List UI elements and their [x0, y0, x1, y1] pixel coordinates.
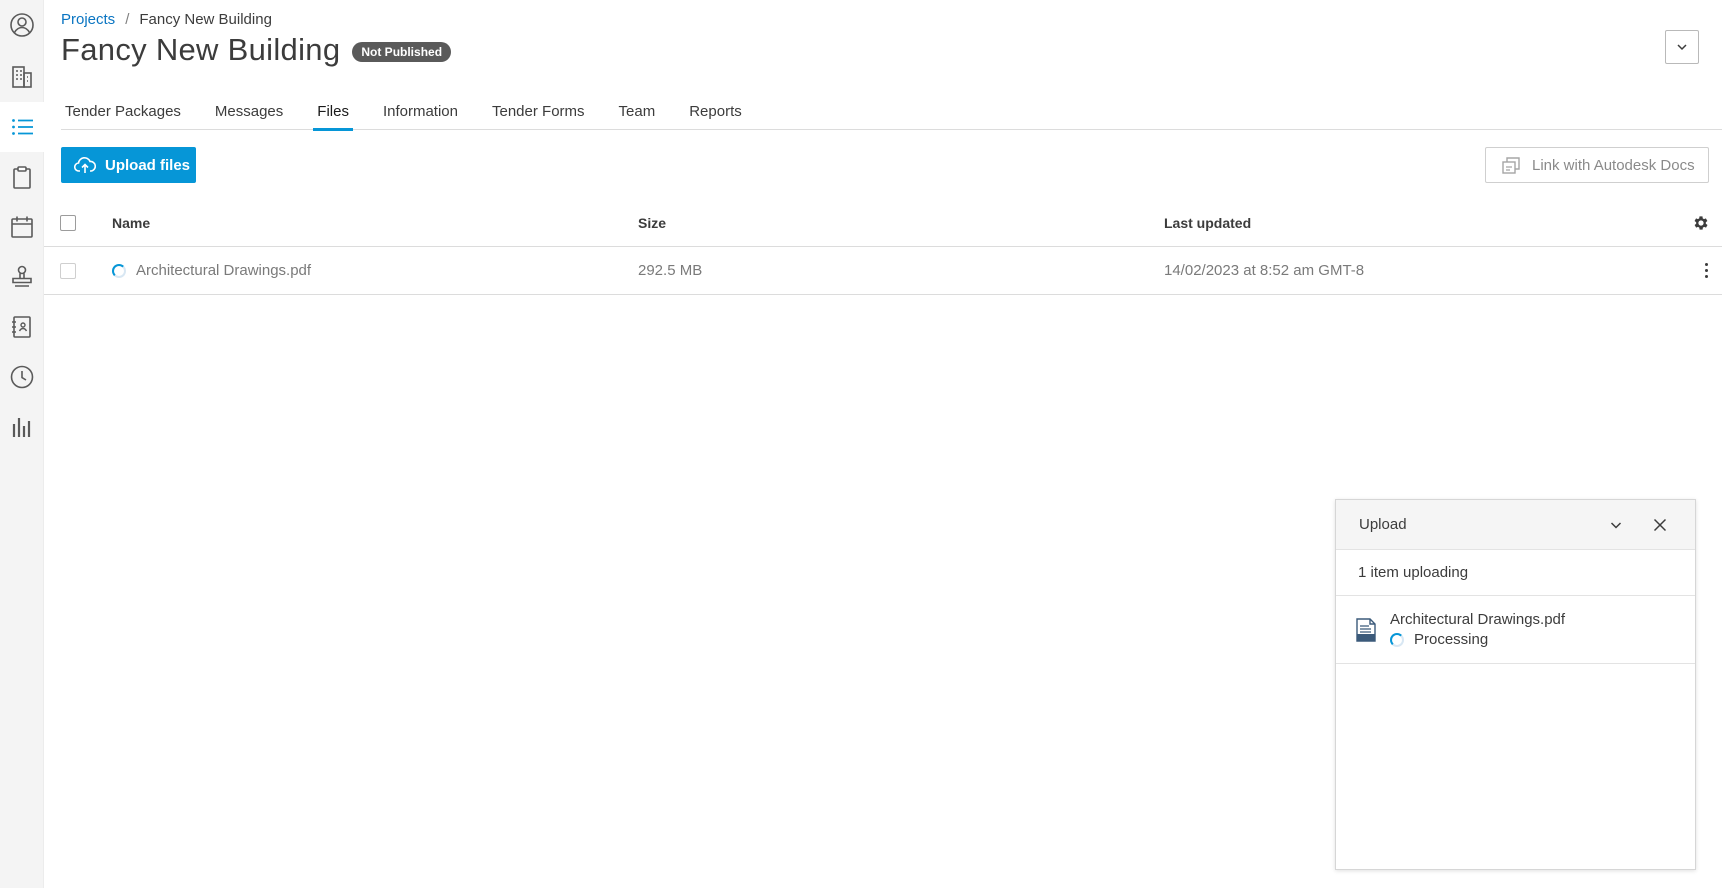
- gear-icon: [1694, 216, 1708, 230]
- list-icon: [12, 119, 33, 135]
- file-name-cell: Architectural Drawings.pdf: [112, 247, 311, 294]
- upload-item: Architectural Drawings.pdf Processing: [1336, 596, 1695, 664]
- breadcrumb-projects-link[interactable]: Projects: [61, 11, 115, 28]
- tab-reports[interactable]: Reports: [685, 98, 746, 130]
- table-row[interactable]: Architectural Drawings.pdf 292.5 MB 14/0…: [44, 247, 1722, 295]
- tab-information[interactable]: Information: [379, 98, 462, 130]
- collapse-panel-button[interactable]: [1604, 513, 1628, 537]
- tab-tender-packages[interactable]: Tender Packages: [61, 98, 185, 130]
- nav-directory[interactable]: [0, 302, 44, 352]
- link-autodesk-docs-label: Link with Autodesk Docs: [1532, 156, 1695, 174]
- select-all-cell: [60, 200, 76, 246]
- tab-files[interactable]: Files: [313, 98, 353, 131]
- upload-item-name: Architectural Drawings.pdf: [1390, 611, 1566, 628]
- link-autodesk-docs-button[interactable]: Link with Autodesk Docs: [1485, 147, 1709, 183]
- upload-status-text: 1 item uploading: [1336, 550, 1695, 596]
- processing-spinner-icon: [1390, 632, 1404, 647]
- file-size: 292.5 MB: [638, 262, 703, 279]
- close-icon: [1653, 518, 1667, 532]
- breadcrumb-current: Fancy New Building: [139, 11, 272, 28]
- loading-spinner-icon: [112, 263, 126, 278]
- column-header-name[interactable]: Name: [112, 200, 150, 246]
- upload-files-button[interactable]: Upload files: [61, 147, 196, 183]
- page-title: Fancy New Building: [61, 32, 341, 67]
- tab-tender-forms[interactable]: Tender Forms: [488, 98, 589, 130]
- nav-clipboard[interactable]: [0, 152, 44, 202]
- row-select-cell: [60, 247, 76, 294]
- tab-messages[interactable]: Messages: [211, 98, 287, 130]
- select-all-checkbox[interactable]: [60, 215, 76, 231]
- clipboard-icon: [13, 166, 31, 189]
- calendar-icon: [11, 216, 33, 238]
- left-nav-rail: [0, 0, 44, 888]
- file-name[interactable]: Architectural Drawings.pdf: [136, 262, 311, 279]
- upload-files-label: Upload files: [105, 156, 191, 174]
- pdf-file-icon: [1356, 618, 1376, 642]
- nav-history[interactable]: [0, 352, 44, 402]
- linked-folder-icon: [1502, 157, 1520, 174]
- file-last-updated: 14/02/2023 at 8:52 am GMT-8: [1164, 262, 1365, 279]
- breadcrumb-separator: /: [125, 11, 130, 28]
- project-actions-dropdown[interactable]: [1665, 30, 1699, 64]
- files-table: Name Size Last updated Architectural Dra…: [44, 200, 1722, 295]
- row-more-button[interactable]: [1701, 247, 1711, 294]
- user-circle-icon: [10, 13, 34, 37]
- nav-calendar[interactable]: [0, 202, 44, 252]
- upload-panel-title: Upload: [1359, 516, 1407, 533]
- nav-insights[interactable]: [0, 402, 44, 452]
- nav-list[interactable]: [0, 102, 44, 152]
- upload-item-state-label: Processing: [1414, 631, 1489, 648]
- nav-approvals[interactable]: [0, 252, 44, 302]
- building-icon: [12, 66, 32, 88]
- tab-team[interactable]: Team: [615, 98, 660, 130]
- upload-item-state: Processing: [1390, 631, 1488, 648]
- table-header: Name Size Last updated: [44, 200, 1722, 247]
- title-row: Fancy New Building Not Published: [61, 32, 452, 68]
- cloud-upload-icon: [74, 157, 96, 173]
- chevron-down-icon: [1610, 522, 1622, 529]
- upload-panel: Upload 1 item uploading Architectural Dr…: [1335, 499, 1696, 870]
- chevron-down-icon: [1677, 44, 1687, 51]
- upload-panel-header: Upload: [1336, 500, 1695, 550]
- close-panel-button[interactable]: [1648, 513, 1672, 537]
- nav-projects[interactable]: [0, 52, 44, 102]
- breadcrumb: Projects / Fancy New Building: [61, 11, 272, 28]
- nav-profile[interactable]: [0, 0, 44, 50]
- row-checkbox[interactable]: [60, 262, 76, 279]
- more-vertical-icon: [1701, 263, 1711, 278]
- stamp-icon: [12, 265, 32, 287]
- column-header-last-updated[interactable]: Last updated: [1164, 200, 1251, 246]
- column-header-size[interactable]: Size: [638, 200, 666, 246]
- address-book-icon: [12, 316, 31, 338]
- tab-bar: Tender Packages Messages Files Informati…: [61, 98, 1722, 131]
- status-badge: Not Published: [352, 42, 452, 62]
- clock-icon: [10, 365, 34, 389]
- column-settings-button[interactable]: [1692, 200, 1710, 246]
- bar-chart-icon: [12, 418, 31, 437]
